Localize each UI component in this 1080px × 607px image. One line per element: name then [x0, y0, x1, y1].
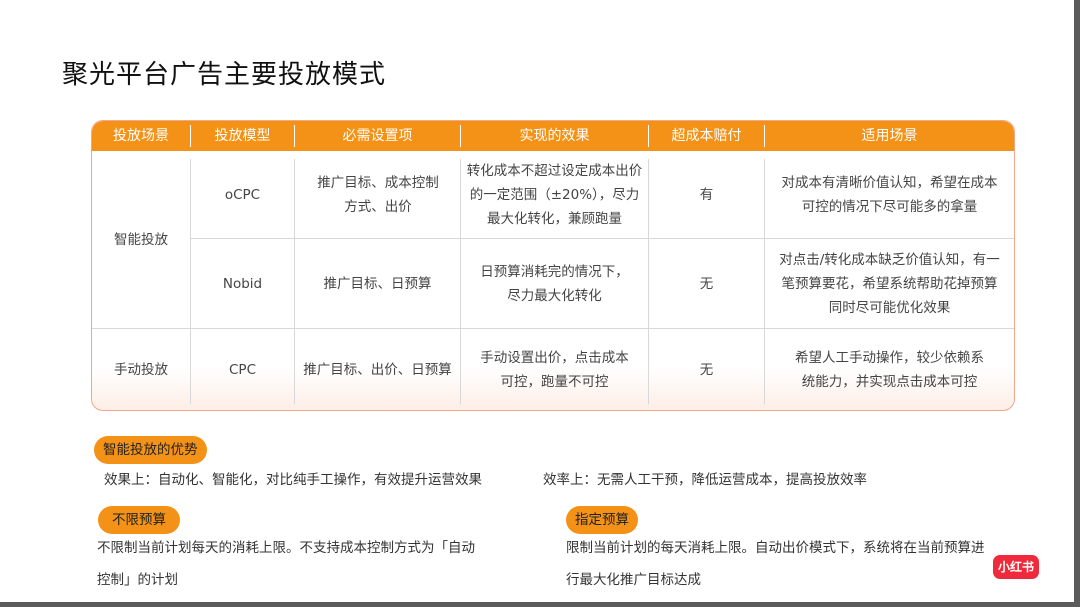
- table-row-effect: 手动设置出价，点击成本可控，跑量不可控: [480, 350, 629, 390]
- page-title: 聚光平台广告主要投放模式: [62, 60, 387, 90]
- specified-budget-tag: 指定预算: [566, 506, 638, 534]
- table-row-model: Nobid: [222, 275, 263, 292]
- table-row-compensation: 无: [699, 362, 714, 378]
- table-row-model: oCPC: [224, 186, 261, 203]
- table-row-effect: 日预算消耗完的情况下，尽力最大化转化: [480, 263, 629, 304]
- table-row-settings: 推广目标、成本控制方式、出价: [317, 174, 439, 215]
- table-header: 投放场景 投放模型 必需设置项 实现的效果 超成本赔付 适用场景: [92, 121, 1014, 151]
- scene-manual: 手动投放: [114, 362, 168, 378]
- unlimited-budget-line2: 控制」的计划: [97, 572, 178, 588]
- advantage-effect: 效果上：自动化、智能化，对比纯手工操作，有效提升运营效果: [104, 472, 482, 488]
- header-effect: 实现的效果: [519, 128, 590, 144]
- advantages-tag: 智能投放的优势: [94, 436, 207, 464]
- table-row-scenario: 希望人工手动操作，较少依赖系统能力，并实现点击成本可控: [795, 350, 984, 390]
- unlimited-budget-line1: 不限制当前计划每天的消耗上限。不支持成本控制方式为「自动: [97, 540, 475, 556]
- scene-smart: 智能投放: [114, 231, 168, 248]
- xiaohongshu-logo: 小红书: [993, 555, 1039, 579]
- header-model: 投放模型: [214, 128, 271, 144]
- advantage-efficiency: 效率上：无需人工干预，降低运营成本，提高投放效率: [543, 472, 867, 488]
- table-row-scenario: 对点击/转化成本缺乏价值认知，有一笔预算要花，希望系统帮助花掉预算同时尽可能优化…: [779, 251, 1000, 316]
- header-scene: 投放场景: [113, 128, 169, 144]
- table-row-scenario: 对成本有清晰价值认知，希望在成本可控的情况下尽可能多的拿量: [781, 174, 998, 215]
- specified-budget-line1: 限制当前计划的每天消耗上限。自动出价模式下，系统将在当前预算进: [566, 540, 985, 556]
- table-row-settings: 推广目标、日预算: [323, 275, 432, 292]
- table-row-settings: 推广目标、出价、日预算: [303, 362, 452, 378]
- table-row-model: CPC: [229, 362, 256, 378]
- header-settings: 必需设置项: [342, 128, 413, 144]
- table-row-compensation: 无: [699, 275, 714, 292]
- unlimited-budget-tag: 不限预算: [98, 506, 180, 534]
- header-compensation: 超成本赔付: [671, 128, 742, 144]
- table-row-effect: 转化成本不超过设定成本出价的一定范围（±20%），尽力最大化转化，兼顾跑量: [466, 162, 643, 227]
- specified-budget-line2: 行最大化推广目标达成: [566, 572, 701, 588]
- ad-mode-table: 投放场景 投放模型 必需设置项 实现的效果 超成本赔付 适用场景 智能投放 手动…: [91, 120, 1015, 411]
- table-row-compensation: 有: [699, 186, 714, 203]
- header-scenario: 适用场景: [861, 128, 918, 144]
